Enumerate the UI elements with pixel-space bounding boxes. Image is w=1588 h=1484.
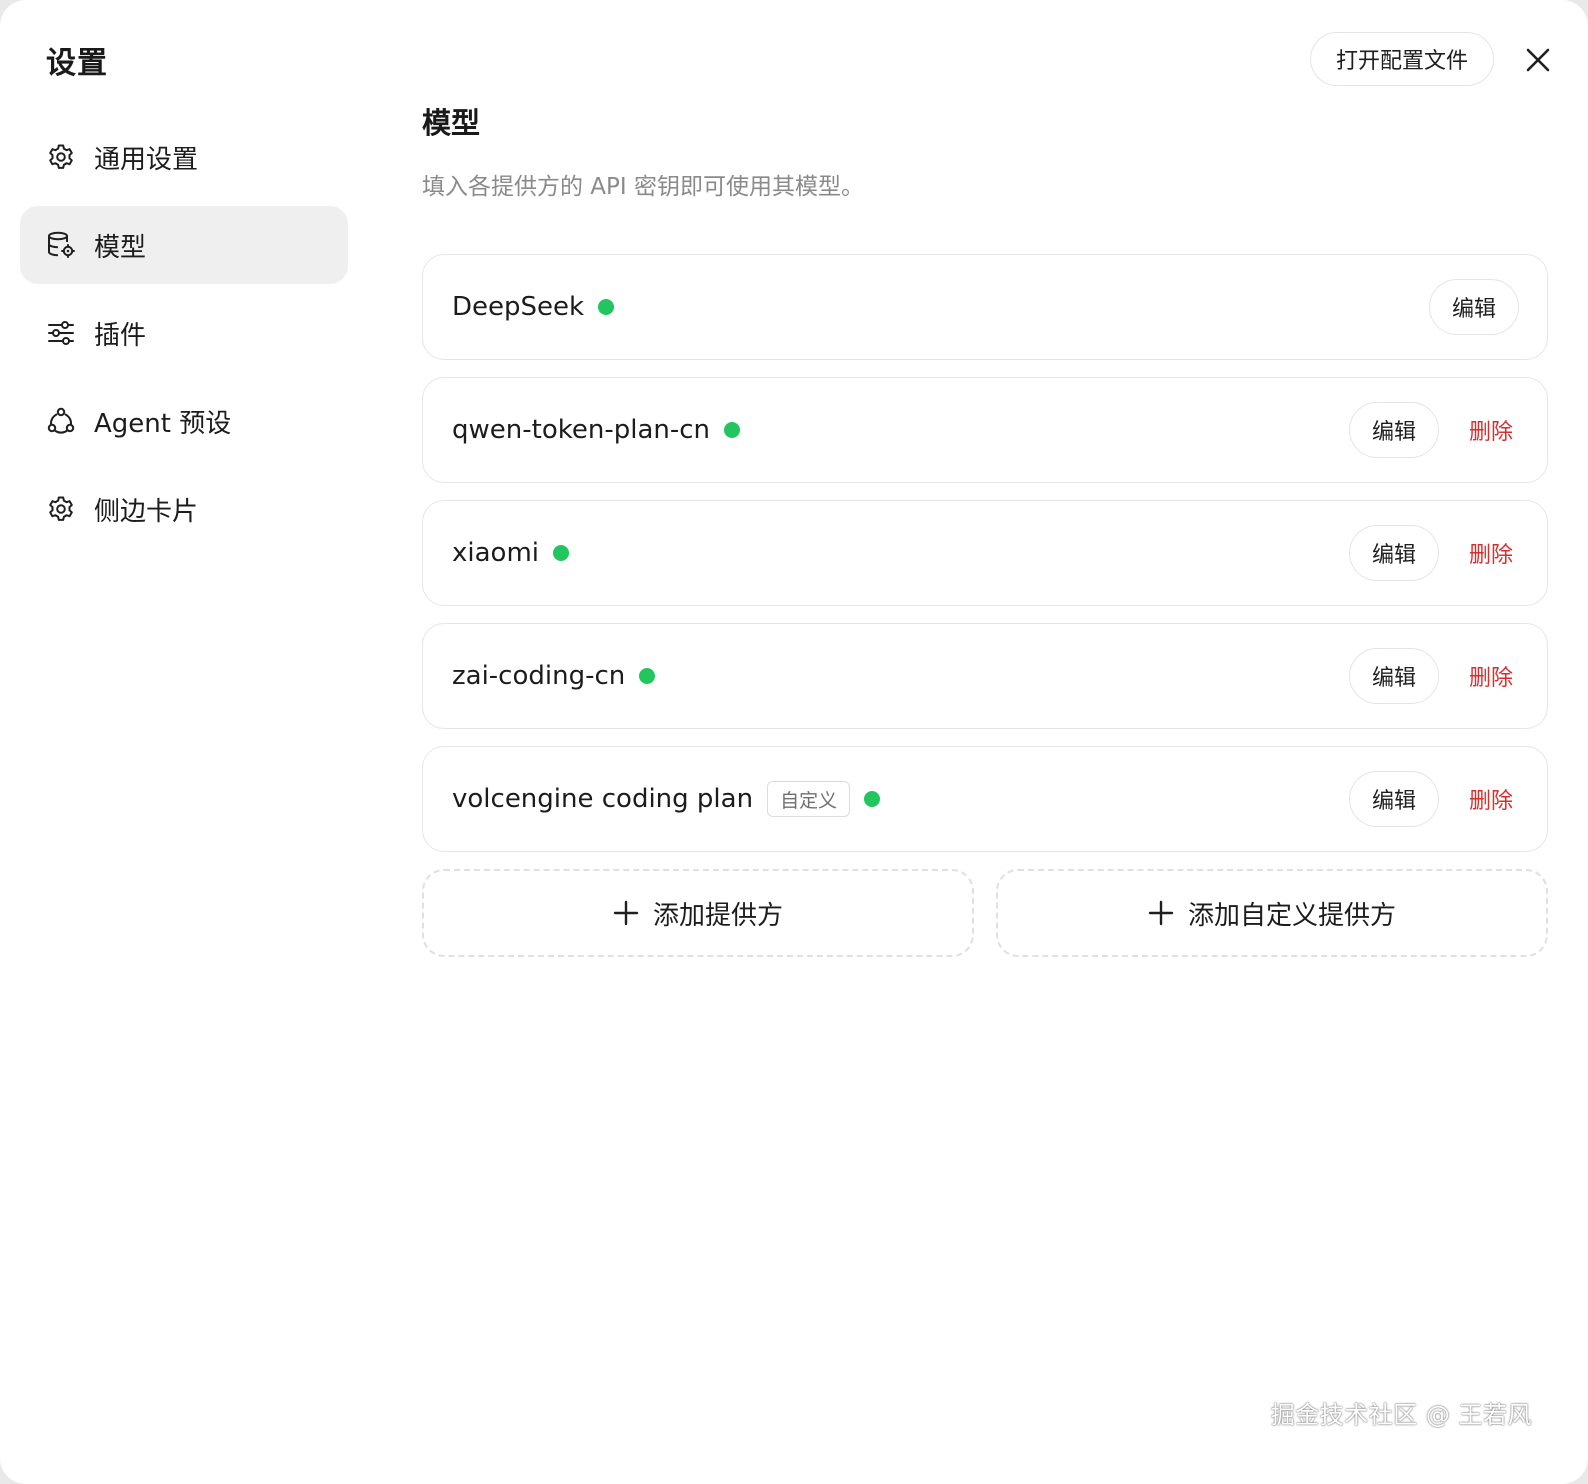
provider-name: DeepSeek — [452, 292, 585, 322]
close-icon — [1526, 48, 1550, 72]
status-indicator — [598, 299, 615, 315]
sidebar-item-general[interactable]: 通用设置 — [20, 118, 348, 196]
status-indicator — [639, 668, 656, 684]
sidebar-item-label: 插件 — [94, 320, 147, 351]
provider-card-xiaomi: xiaomi 编辑 删除 — [422, 500, 1548, 606]
provider-actions: 编辑 删除 — [1349, 501, 1519, 605]
status-indicator — [724, 422, 741, 438]
provider-card-volcengine-coding-plan: volcengine coding plan 自定义 编辑 删除 — [422, 746, 1548, 852]
custom-tag: 自定义 — [767, 781, 851, 817]
sliders-icon — [46, 318, 76, 348]
settings-dialog: 设置 打开配置文件 通用设置 模型 插件 Agent 预设 侧边卡片 模型 填入… — [0, 0, 1588, 1484]
add-provider-row: 添加提供方 添加自定义提供方 — [422, 869, 1548, 957]
delete-button[interactable]: 删除 — [1463, 783, 1519, 815]
settings-sidebar: 通用设置 模型 插件 Agent 预设 侧边卡片 — [20, 118, 348, 558]
status-indicator — [553, 545, 570, 561]
sidebar-item-models[interactable]: 模型 — [20, 206, 348, 284]
sidebar-item-agent-presets[interactable]: Agent 预设 — [20, 382, 348, 460]
edit-button[interactable]: 编辑 — [1349, 771, 1439, 827]
provider-name: xiaomi — [452, 538, 540, 568]
open-config-file-button[interactable]: 打开配置文件 — [1310, 32, 1494, 86]
provider-actions: 编辑 删除 — [1349, 747, 1519, 851]
page-title: 模型 — [422, 106, 481, 140]
database-gear-icon — [46, 230, 76, 260]
plus-icon — [613, 900, 639, 926]
page-description: 填入各提供方的 API 密钥即可使用其模型。 — [422, 174, 865, 200]
provider-name: zai-coding-cn — [452, 661, 626, 691]
delete-button[interactable]: 删除 — [1463, 660, 1519, 692]
provider-name: qwen-token-plan-cn — [452, 415, 711, 445]
agent-nodes-icon — [46, 406, 76, 436]
edit-button[interactable]: 编辑 — [1349, 648, 1439, 704]
status-indicator — [864, 791, 881, 807]
plus-icon — [1148, 900, 1174, 926]
add-custom-provider-label: 添加自定义提供方 — [1187, 900, 1396, 931]
sidebar-item-label: Agent 预设 — [94, 408, 232, 439]
models-panel: 模型 填入各提供方的 API 密钥即可使用其模型。 DeepSeek 编辑 qw… — [422, 100, 1548, 957]
delete-button[interactable]: 删除 — [1463, 414, 1519, 446]
sidebar-item-label: 侧边卡片 — [94, 496, 199, 527]
provider-actions: 编辑 — [1429, 255, 1519, 359]
gear-icon — [46, 494, 76, 524]
close-button[interactable] — [1520, 42, 1556, 78]
sidebar-item-label: 通用设置 — [94, 144, 199, 175]
gear-icon — [46, 142, 76, 172]
provider-card-zai-coding-cn: zai-coding-cn 编辑 删除 — [422, 623, 1548, 729]
add-provider-button[interactable]: 添加提供方 — [422, 869, 974, 957]
provider-actions: 编辑 删除 — [1349, 378, 1519, 482]
sidebar-item-label: 模型 — [94, 232, 147, 263]
provider-card-qwen-token-plan-cn: qwen-token-plan-cn 编辑 删除 — [422, 377, 1548, 483]
provider-card-deepseek: DeepSeek 编辑 — [422, 254, 1548, 360]
edit-button[interactable]: 编辑 — [1349, 525, 1439, 581]
provider-list: DeepSeek 编辑 qwen-token-plan-cn 编辑 删除 xia… — [422, 254, 1548, 852]
provider-actions: 编辑 删除 — [1349, 624, 1519, 728]
delete-button[interactable]: 删除 — [1463, 537, 1519, 569]
dialog-title: 设置 — [46, 46, 108, 81]
add-provider-label: 添加提供方 — [652, 900, 783, 931]
provider-name: volcengine coding plan — [452, 784, 754, 814]
edit-button[interactable]: 编辑 — [1349, 402, 1439, 458]
add-custom-provider-button[interactable]: 添加自定义提供方 — [996, 869, 1548, 957]
edit-button[interactable]: 编辑 — [1429, 279, 1519, 335]
watermark: 掘金技术社区 @ 王若风 — [1270, 1401, 1532, 1429]
sidebar-item-plugins[interactable]: 插件 — [20, 294, 348, 372]
sidebar-item-side-cards[interactable]: 侧边卡片 — [20, 470, 348, 548]
